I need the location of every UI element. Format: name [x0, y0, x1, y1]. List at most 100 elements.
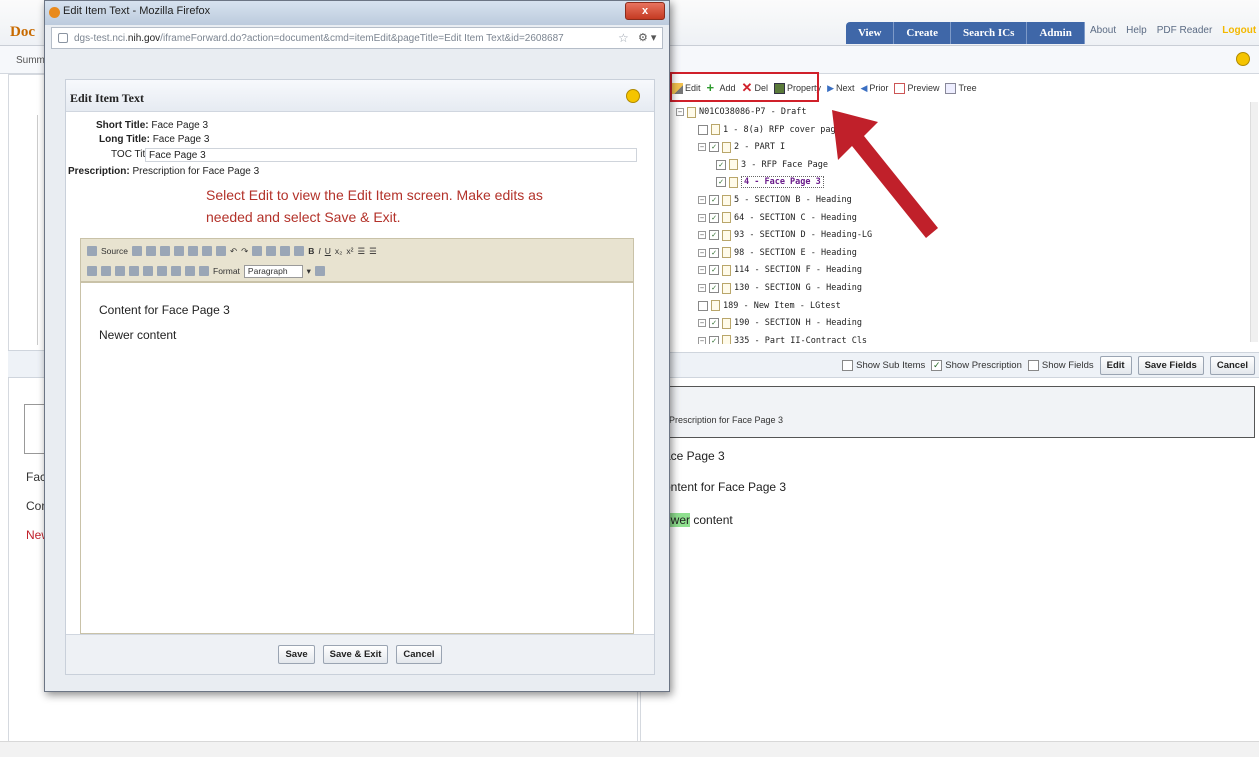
- expand-toggle-icon[interactable]: −: [698, 284, 706, 292]
- next-button[interactable]: ▶ Next: [827, 83, 854, 94]
- tree-item-label[interactable]: 114 - SECTION F - Heading: [734, 265, 862, 275]
- redo-icon[interactable]: ↷: [241, 246, 248, 257]
- close-button[interactable]: x: [625, 2, 665, 20]
- expand-toggle-icon[interactable]: −: [698, 319, 706, 328]
- spellcheck-icon[interactable]: [215, 246, 226, 256]
- tree-item-label[interactable]: 1 - 8(a) RFP cover page: [723, 125, 841, 135]
- preview-icon[interactable]: [131, 246, 142, 256]
- tree-item[interactable]: − ✓ 114 - SECTION F - Heading: [698, 262, 862, 278]
- outdent-icon[interactable]: [87, 266, 97, 276]
- tree-item-checkbox[interactable]: ✓: [709, 335, 719, 344]
- tab-search-ics[interactable]: Search ICs: [951, 22, 1028, 44]
- show-fields-checkbox[interactable]: Show Fields: [1027, 359, 1094, 371]
- toc-title-input[interactable]: [145, 148, 637, 162]
- window-titlebar[interactable]: Edit Item Text - Mozilla Firefox x: [45, 1, 669, 25]
- summary-tab[interactable]: Summ: [16, 55, 45, 66]
- help-icon[interactable]: [1236, 52, 1250, 66]
- expand-toggle-icon[interactable]: −: [698, 248, 706, 257]
- unlink-icon[interactable]: [185, 266, 195, 276]
- cut-icon[interactable]: [145, 246, 156, 256]
- expand-toggle-icon[interactable]: −: [676, 108, 684, 116]
- tree-scrollbar[interactable]: [1250, 102, 1258, 342]
- link-icon[interactable]: [171, 266, 181, 276]
- tree-item[interactable]: − ✓ 190 - SECTION H - Heading: [698, 315, 862, 331]
- expand-toggle-icon[interactable]: −: [698, 231, 706, 240]
- tree-item-label[interactable]: 4 - Face Page 3: [741, 176, 824, 189]
- justify-icon[interactable]: [157, 266, 167, 276]
- tree-item-checkbox[interactable]: ✓: [709, 230, 719, 241]
- subscript-icon[interactable]: x₂: [335, 246, 343, 256]
- tree-item-checkbox[interactable]: [698, 124, 708, 135]
- help-link[interactable]: Help: [1126, 25, 1147, 36]
- preview-button[interactable]: Preview: [894, 82, 939, 94]
- tree-item[interactable]: 189 - New Item - LGtest: [698, 298, 841, 314]
- align-center-icon[interactable]: [129, 266, 139, 276]
- tree-item[interactable]: 1 - 8(a) RFP cover page: [698, 122, 841, 138]
- bookmark-star-icon[interactable]: ☆: [618, 31, 629, 45]
- tree-item[interactable]: ✓ 3 - RFP Face Page: [716, 157, 828, 173]
- editor-content-area[interactable]: Content for Face Page 3 Newer content: [80, 282, 634, 634]
- source-button[interactable]: Source: [101, 246, 128, 256]
- expand-toggle-icon[interactable]: −: [698, 213, 706, 222]
- print-icon[interactable]: [201, 246, 212, 256]
- paste-icon[interactable]: [173, 246, 184, 256]
- remove-format-icon[interactable]: [294, 246, 305, 256]
- tree-item[interactable]: ✓ 4 - Face Page 3: [716, 174, 824, 190]
- format-select[interactable]: Paragraph: [243, 264, 303, 278]
- align-right-icon[interactable]: [143, 266, 153, 276]
- table-icon[interactable]: [199, 266, 209, 276]
- tree-item-label[interactable]: 98 - SECTION E - Heading: [734, 248, 857, 258]
- underline-icon[interactable]: U: [325, 246, 331, 256]
- tree-item-checkbox[interactable]: ✓: [709, 247, 719, 258]
- superscript-icon[interactable]: x²: [346, 246, 353, 256]
- tree-item-label[interactable]: 130 - SECTION G - Heading: [734, 283, 862, 293]
- cancel-fields-button[interactable]: Cancel: [1209, 355, 1255, 375]
- expand-toggle-icon[interactable]: −: [698, 143, 706, 152]
- tab-view[interactable]: View: [846, 22, 895, 44]
- prior-button[interactable]: ◀ Prior: [861, 83, 889, 94]
- tools-icon[interactable]: ⚙ ▾: [638, 31, 656, 44]
- help-icon[interactable]: [626, 89, 640, 103]
- expand-toggle-icon[interactable]: −: [698, 266, 706, 275]
- numbered-list-icon[interactable]: ☰: [358, 246, 366, 257]
- save-fields-button[interactable]: Save Fields: [1137, 355, 1204, 375]
- tree-item-checkbox[interactable]: ✓: [709, 195, 719, 205]
- pdf-reader-link[interactable]: PDF Reader: [1157, 25, 1213, 36]
- save-button[interactable]: Save: [278, 645, 315, 664]
- url-bar[interactable]: dgs-test.nci.nih.gov/iframeForward.do?ac…: [51, 27, 663, 49]
- find-icon[interactable]: [252, 246, 263, 256]
- tree-item-label[interactable]: N01CO38086-P7 - Draft: [699, 107, 806, 117]
- select-all-icon[interactable]: [280, 246, 291, 256]
- tab-create[interactable]: Create: [894, 22, 951, 44]
- tree-item-label[interactable]: 3 - RFP Face Page: [741, 160, 828, 170]
- horizontal-scrollbar[interactable]: [0, 741, 1259, 757]
- save-exit-button[interactable]: Save & Exit: [322, 645, 389, 664]
- edit-fields-button[interactable]: Edit: [1099, 355, 1132, 375]
- tree-item-checkbox[interactable]: ✓: [716, 159, 726, 170]
- indent-icon[interactable]: [101, 266, 111, 276]
- replace-icon[interactable]: [266, 246, 277, 256]
- tree-item-label[interactable]: 2 - PART I: [734, 142, 785, 152]
- show-sub-items-checkbox[interactable]: Show Sub Items: [842, 359, 925, 371]
- paste-text-icon[interactable]: [187, 246, 198, 256]
- tree-item-checkbox[interactable]: ✓: [709, 283, 719, 293]
- about-link[interactable]: About: [1090, 25, 1116, 36]
- show-prescription-checkbox[interactable]: ✓ Show Prescription: [931, 359, 1022, 371]
- tree-item-checkbox[interactable]: ✓: [709, 265, 719, 276]
- tree-item-label[interactable]: 189 - New Item - LGtest: [723, 301, 841, 311]
- tree-root[interactable]: − N01CO38086-P7 - Draft: [676, 104, 806, 120]
- copy-icon[interactable]: [159, 246, 170, 256]
- tree-item-label[interactable]: 190 - SECTION H - Heading: [734, 318, 862, 328]
- tree-item[interactable]: − ✓ 2 - PART I: [698, 139, 785, 155]
- tree-item-checkbox[interactable]: ✓: [709, 212, 719, 223]
- undo-icon[interactable]: ↶: [230, 246, 237, 257]
- bold-icon[interactable]: B: [308, 246, 314, 256]
- tree-button[interactable]: Tree: [945, 82, 977, 94]
- align-left-icon[interactable]: [115, 266, 125, 276]
- tree-item[interactable]: − ✓ 335 - Part II-Contract Cls: [698, 333, 867, 344]
- cancel-button[interactable]: Cancel: [396, 645, 442, 664]
- tree-item[interactable]: − ✓ 98 - SECTION E - Heading: [698, 245, 857, 261]
- tree-item-checkbox[interactable]: ✓: [709, 142, 719, 153]
- plugin-icon[interactable]: [314, 266, 325, 276]
- source-icon[interactable]: [87, 246, 97, 256]
